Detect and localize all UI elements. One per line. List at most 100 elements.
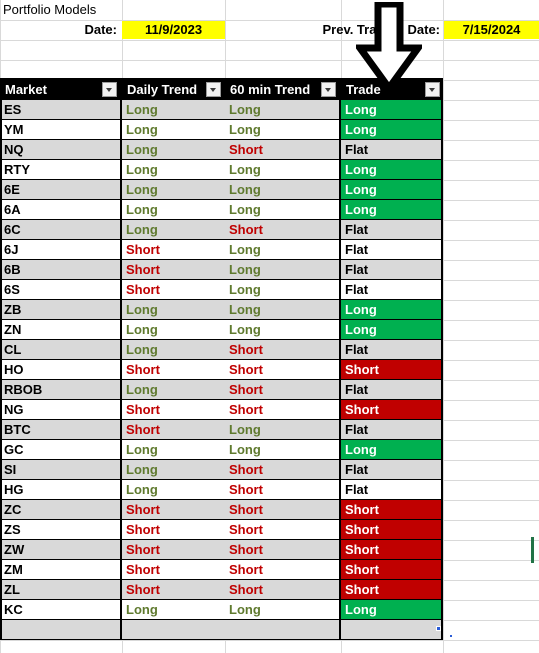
cell-daily-trend[interactable]: Long <box>122 460 225 480</box>
cell-market[interactable]: SI <box>0 460 120 480</box>
cell-daily-trend[interactable]: Short <box>122 420 225 440</box>
cell-60-min-trend[interactable]: Short <box>225 540 340 560</box>
cell-market[interactable]: 6S <box>0 280 120 300</box>
cell-trade[interactable]: Flat <box>341 140 443 160</box>
cell-daily-trend[interactable]: Long <box>122 200 225 220</box>
table-row[interactable]: ZC Short Short Short <box>0 500 443 520</box>
cell-daily-trend[interactable]: Long <box>122 160 225 180</box>
cell-market[interactable]: RTY <box>0 160 120 180</box>
cell-trade[interactable]: Flat <box>341 380 443 400</box>
cell-daily-trend[interactable]: Long <box>122 480 225 500</box>
cell-market[interactable]: HG <box>0 480 120 500</box>
cell-market[interactable]: YM <box>0 120 120 140</box>
cell-trade[interactable]: Flat <box>341 260 443 280</box>
cell-60-min-trend[interactable]: Long <box>225 420 340 440</box>
cell-market[interactable]: ZL <box>0 580 120 600</box>
filter-dropdown-icon-60-min-trend[interactable] <box>321 82 336 97</box>
table-row[interactable]: ZW Short Short Short <box>0 540 443 560</box>
cell-trade[interactable]: Short <box>341 360 443 380</box>
cell-daily-trend[interactable]: Short <box>122 500 225 520</box>
cell-trade[interactable]: Short <box>341 580 443 600</box>
cell-60-min-trend[interactable]: Short <box>225 340 340 360</box>
table-row[interactable]: RBOB Long Short Flat <box>0 380 443 400</box>
cell-market[interactable]: ZB <box>0 300 120 320</box>
cell-trade[interactable]: Flat <box>341 240 443 260</box>
cell-market[interactable] <box>0 620 120 640</box>
cell-market[interactable]: RBOB <box>0 380 120 400</box>
cell-60-min-trend[interactable]: Long <box>225 160 340 180</box>
cell-60-min-trend[interactable]: Long <box>225 200 340 220</box>
cell-trade[interactable]: Long <box>341 300 443 320</box>
cell-daily-trend[interactable]: Short <box>122 560 225 580</box>
cell-trade[interactable]: Flat <box>341 480 443 500</box>
cell-market[interactable]: 6C <box>0 220 120 240</box>
filter-dropdown-icon-trade[interactable] <box>425 82 440 97</box>
cell-market[interactable]: ZN <box>0 320 120 340</box>
table-row[interactable]: YM Long Long Long <box>0 120 443 140</box>
filter-dropdown-icon-market[interactable] <box>102 82 117 97</box>
cell-trade[interactable]: Long <box>341 160 443 180</box>
table-row[interactable]: NQ Long Short Flat <box>0 140 443 160</box>
table-row[interactable]: ZL Short Short Short <box>0 580 443 600</box>
cell-60-min-trend[interactable]: Long <box>225 320 340 340</box>
cell-daily-trend[interactable]: Short <box>122 580 225 600</box>
cell-trade[interactable]: Short <box>341 400 443 420</box>
cell-daily-trend[interactable]: Long <box>122 440 225 460</box>
prev-trading-date-value[interactable]: 7/15/2024 <box>444 21 539 39</box>
table-row[interactable]: ES Long Long Long <box>0 100 443 120</box>
cell-60-min-trend[interactable]: Short <box>225 140 340 160</box>
table-row[interactable]: 6J Short Long Flat <box>0 240 443 260</box>
cell-daily-trend[interactable]: Short <box>122 240 225 260</box>
cell-60-min-trend[interactable]: Long <box>225 260 340 280</box>
cell-market[interactable]: NG <box>0 400 120 420</box>
cell-trade[interactable]: Long <box>341 100 443 120</box>
table-row[interactable]: ZS Short Short Short <box>0 520 443 540</box>
table-row[interactable]: 6B Short Long Flat <box>0 260 443 280</box>
cell-daily-trend[interactable] <box>122 620 225 640</box>
cell-60-min-trend[interactable]: Long <box>225 600 340 620</box>
cell-60-min-trend[interactable]: Long <box>225 440 340 460</box>
table-row[interactable]: ZN Long Long Long <box>0 320 443 340</box>
cell-market[interactable]: 6B <box>0 260 120 280</box>
cell-trade[interactable]: Flat <box>341 280 443 300</box>
cell-market[interactable]: ZC <box>0 500 120 520</box>
cell-market[interactable]: ES <box>0 100 120 120</box>
cell-trade[interactable]: Short <box>341 520 443 540</box>
cell-daily-trend[interactable]: Long <box>122 300 225 320</box>
table-row[interactable]: GC Long Long Long <box>0 440 443 460</box>
cell-trade[interactable]: Flat <box>341 420 443 440</box>
cell-60-min-trend[interactable]: Short <box>225 480 340 500</box>
cell-trade[interactable]: Flat <box>341 220 443 240</box>
cell-60-min-trend[interactable]: Long <box>225 100 340 120</box>
date-value[interactable]: 11/9/2023 <box>122 21 225 39</box>
cell-market[interactable]: 6J <box>0 240 120 260</box>
cell-daily-trend[interactable]: Short <box>122 520 225 540</box>
cell-trade[interactable]: Long <box>341 320 443 340</box>
cell-trade[interactable]: Long <box>341 200 443 220</box>
cell-market[interactable]: NQ <box>0 140 120 160</box>
cell-60-min-trend[interactable]: Short <box>225 380 340 400</box>
cell-market[interactable]: ZM <box>0 560 120 580</box>
cell-daily-trend[interactable]: Long <box>122 220 225 240</box>
cell-daily-trend[interactable]: Long <box>122 340 225 360</box>
cell-60-min-trend[interactable]: Short <box>225 500 340 520</box>
table-row[interactable]: ZM Short Short Short <box>0 560 443 580</box>
table-row[interactable]: HO Short Short Short <box>0 360 443 380</box>
cell-daily-trend[interactable]: Long <box>122 320 225 340</box>
cell-market[interactable]: 6E <box>0 180 120 200</box>
cell-60-min-trend[interactable]: Long <box>225 280 340 300</box>
cell-daily-trend[interactable]: Short <box>122 280 225 300</box>
cell-market[interactable]: HO <box>0 360 120 380</box>
cell-60-min-trend[interactable]: Short <box>225 460 340 480</box>
table-row[interactable]: 6C Long Short Flat <box>0 220 443 240</box>
cell-trade[interactable]: Long <box>341 180 443 200</box>
table-row[interactable]: ZB Long Long Long <box>0 300 443 320</box>
cell-60-min-trend[interactable]: Short <box>225 400 340 420</box>
cell-daily-trend[interactable]: Long <box>122 600 225 620</box>
cell-daily-trend[interactable]: Short <box>122 400 225 420</box>
table-row[interactable]: KC Long Long Long <box>0 600 443 620</box>
table-row[interactable]: 6S Short Long Flat <box>0 280 443 300</box>
cell-60-min-trend[interactable]: Long <box>225 300 340 320</box>
cell-daily-trend[interactable]: Long <box>122 180 225 200</box>
cell-market[interactable]: KC <box>0 600 120 620</box>
